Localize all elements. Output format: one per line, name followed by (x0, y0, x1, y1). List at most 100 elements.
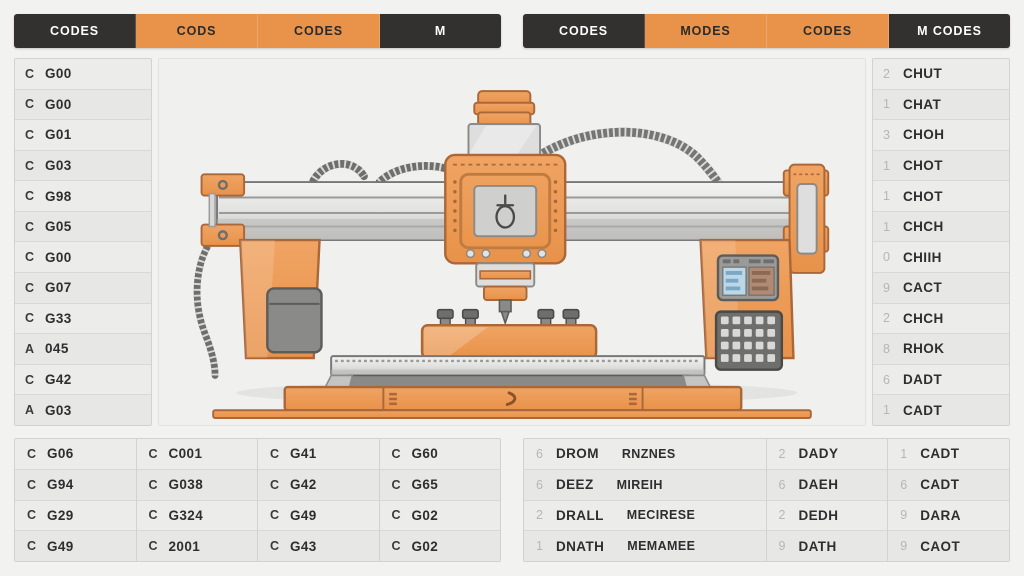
list-item[interactable]: C G33 (15, 303, 151, 335)
row-value: G038 (168, 477, 204, 493)
table-row[interactable]: 6 DAEH (766, 469, 888, 501)
table-row[interactable]: C G038 (136, 469, 257, 501)
list-item[interactable]: C G00 (15, 89, 151, 121)
row-value: CADT (920, 477, 960, 493)
table-row[interactable]: 6 DEEZ MIREIH (524, 469, 766, 501)
row-value: G01 (45, 127, 72, 143)
table-row[interactable]: C G49 (15, 531, 136, 561)
list-item[interactable]: C G01 (15, 120, 151, 151)
table-row[interactable]: 9 DARA (888, 500, 1009, 532)
row-value: 045 (45, 341, 69, 357)
table-row[interactable]: 9 CAOT (888, 531, 1009, 561)
list-item[interactable]: C G07 (15, 273, 151, 304)
grid-column: C C001 C G038 C G324 C 2001 (136, 439, 258, 561)
row-prefix: C (148, 508, 158, 523)
spindle-display (473, 184, 538, 238)
table-row[interactable]: C G65 (379, 469, 500, 501)
list-item[interactable]: 8 RHOK (873, 334, 1009, 365)
list-item[interactable]: C G00 (15, 242, 151, 274)
row-value: DARA (920, 507, 961, 523)
list-item[interactable]: C G42 (15, 364, 151, 396)
table-row[interactable]: 2 DEDH (766, 500, 888, 532)
table-row[interactable]: C G06 (15, 439, 136, 470)
table-row[interactable]: C G02 (379, 531, 500, 561)
tab-left-3[interactable]: CODES (258, 14, 380, 48)
list-item[interactable]: 6 DADT (873, 364, 1009, 396)
table-row[interactable]: C G324 (136, 500, 257, 532)
list-item[interactable]: C G03 (15, 150, 151, 182)
table-row[interactable]: 6 DROM RNZNES (524, 439, 766, 470)
row-value: DATH (798, 538, 837, 554)
row-value: DROM (556, 446, 599, 462)
row-prefix: C (27, 477, 37, 492)
table-row[interactable]: C G43 (258, 531, 379, 561)
grid-column: C G06 C G94 C G29 C G49 (15, 439, 137, 561)
table-row[interactable]: 2 DRALL MECIRESE (524, 500, 766, 532)
tool-holder (498, 299, 512, 313)
tab-left-1[interactable]: CODES (14, 14, 136, 48)
row-value: G42 (290, 477, 317, 493)
row-prefix: C (391, 446, 401, 461)
row-value: G65 (411, 477, 439, 493)
bottom-left-panel: C G06 C G94 C G29 C G49 C C001 C G038 C G324 C2… (14, 438, 501, 562)
list-item[interactable]: 1 CHOT (873, 150, 1009, 182)
list-item[interactable]: 2 CHUT (873, 59, 1009, 90)
control-panel-screen[interactable] (716, 254, 780, 302)
row-prefix: C (25, 97, 35, 112)
list-item[interactable]: 3 CHOH (873, 120, 1009, 151)
row-value: DADT (903, 372, 943, 388)
list-item[interactable]: 0 CHIIH (873, 242, 1009, 274)
table-row[interactable]: C G02 (379, 500, 500, 532)
left-code-list: C G00 C G00 C G01 C G03 C G98 C G05 C G00 C G07 … (14, 58, 152, 426)
row-prefix: 9 (778, 539, 786, 554)
list-item[interactable]: 1 CHAT (873, 89, 1009, 121)
row-prefix: 1 (900, 446, 908, 461)
row-prefix: C (270, 477, 280, 492)
tab-left-2[interactable]: CODS (136, 14, 258, 48)
table-row[interactable]: C C001 (136, 439, 257, 470)
table-row[interactable]: C G49 (258, 500, 379, 532)
table-row[interactable]: C G60 (379, 439, 500, 470)
table-row[interactable]: 2 DADY (766, 439, 888, 470)
list-item[interactable]: A 045 (15, 334, 151, 365)
cnc-machine-svg (193, 90, 830, 419)
grid-column: C G60 C G65 C G02 C G02 (379, 439, 500, 561)
list-item[interactable]: 1 CADT (873, 395, 1009, 425)
list-item[interactable]: 1 CHOT (873, 181, 1009, 212)
row-value: DEEZ (556, 477, 594, 493)
bottom-row: C G06 C G94 C G29 C G49 C C001 C G038 C G324 C2… (8, 438, 1016, 562)
table-row[interactable]: C G41 (258, 439, 379, 470)
table-row[interactable]: 1 DNATH MEMAMEE (524, 531, 766, 561)
row-secondary: RNZNES (621, 446, 676, 461)
table-row[interactable]: C G29 (15, 500, 136, 532)
left-column-access-door (266, 287, 323, 354)
list-item[interactable]: C G98 (15, 181, 151, 212)
table-row[interactable]: C 2001 (136, 531, 257, 561)
list-item[interactable]: 1 CHCH (873, 211, 1009, 243)
tab-right-3[interactable]: CODES (767, 14, 889, 48)
tab-left-4[interactable]: M (380, 14, 501, 48)
row-prefix: A (25, 403, 35, 418)
control-panel-keypad[interactable] (714, 310, 784, 371)
table-row[interactable]: 1 CADT (888, 439, 1009, 470)
row-prefix: C (25, 219, 35, 234)
list-item[interactable]: C G05 (15, 211, 151, 243)
list-item[interactable]: 2 CHCH (873, 303, 1009, 335)
table-row[interactable]: C G42 (258, 469, 379, 501)
row-value: G42 (45, 372, 72, 388)
list-item[interactable]: 9 CACT (873, 273, 1009, 304)
row-value: DEDH (798, 507, 839, 523)
tab-right-4[interactable]: M CODES (889, 14, 1010, 48)
table-row[interactable]: 9 DATH (766, 531, 888, 561)
row-prefix: C (148, 446, 158, 461)
row-prefix: 1 (536, 539, 543, 554)
table-row[interactable]: C G94 (15, 469, 136, 501)
table-row[interactable]: 6 CADT (888, 469, 1009, 501)
gantry-right-post (788, 163, 826, 274)
tab-right-1[interactable]: CODES (523, 14, 645, 48)
row-prefix: 9 (900, 508, 908, 523)
list-item[interactable]: C G00 (15, 59, 151, 90)
machine-bed (322, 355, 714, 392)
list-item[interactable]: A G03 (15, 395, 151, 425)
tab-right-2[interactable]: MODES (645, 14, 767, 48)
